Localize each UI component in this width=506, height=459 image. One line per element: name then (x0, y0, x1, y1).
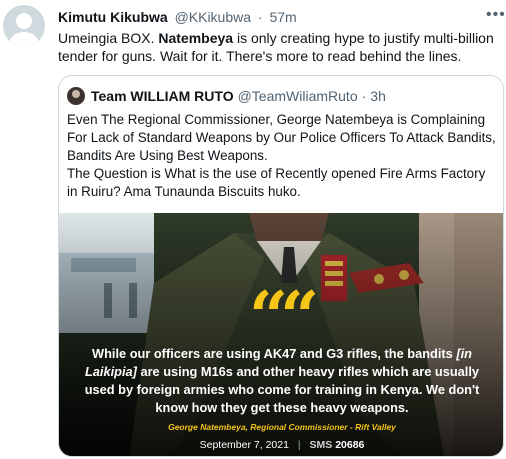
quoted-avatar-face (72, 90, 80, 98)
media-date: September 7, 2021 (199, 439, 289, 451)
media-brand-light: SMS (309, 439, 333, 451)
quote-line-4: know how they get these heavy weapons. (155, 400, 409, 415)
media-divider: | (297, 439, 301, 451)
quote-line-2: Laikipia] are using M16s and other heavy… (59, 363, 503, 381)
avatar-body (9, 32, 39, 47)
quote-line-1-italic: [in (456, 346, 472, 361)
quote-mark-icon: ““ (249, 277, 319, 357)
quoted-text: Even The Regional Commissioner, George N… (67, 112, 496, 199)
quoted-separator: · (361, 88, 367, 104)
quote-line-2-italic: Laikipia] (84, 364, 137, 379)
media-footer: September 7, 2021 | SMS 20686 (59, 439, 503, 451)
tweet[interactable]: Kimutu Kikubwa @KKikubwa · 57m ••• Umein… (0, 0, 506, 459)
quoted-avatar[interactable] (67, 87, 85, 105)
quoted-handle[interactable]: @TeamWiliamRuto (238, 88, 358, 104)
display-name[interactable]: Kimutu Kikubwa (58, 9, 168, 25)
avatar[interactable] (3, 5, 45, 47)
quote-line-3: used by foreign armies who come for trai… (84, 382, 480, 397)
tweet-text-start: Umeingia BOX. (58, 30, 159, 46)
media-attribution: George Natembeya, Regional Commissioner … (168, 422, 396, 432)
quoted-display-name[interactable]: Team WILLIAM RUTO (91, 88, 234, 104)
quoted-timestamp[interactable]: 3h (370, 88, 386, 104)
quote-line-2-main: are using M16s and other heavy rifles wh… (136, 364, 479, 379)
quote-line-1-main: While our officers are using AK47 and G3… (92, 346, 457, 361)
separator: · (257, 9, 263, 25)
more-horizontal-icon[interactable]: ••• (486, 6, 506, 24)
tweet-text-bold: Natembeya (158, 30, 234, 46)
handle[interactable]: @KKikubwa (175, 9, 251, 25)
quoted-tweet[interactable]: Team WILLIAM RUTO @TeamWiliamRuto · 3h E… (58, 75, 504, 457)
tweet-text: Umeingia BOX. Natembeya is only creating… (58, 29, 498, 65)
media-brand-bold: 20686 (335, 439, 365, 451)
quoted-header: Team WILLIAM RUTO @TeamWiliamRuto · 3h (67, 87, 386, 105)
tweet-header: Kimutu Kikubwa @KKikubwa · 57m (58, 9, 297, 25)
avatar-head (16, 13, 32, 29)
timestamp[interactable]: 57m (269, 9, 296, 25)
quote-line-1: While our officers are using AK47 and G3… (59, 345, 503, 363)
media-image[interactable]: ““ While our officers are using AK47 and… (59, 213, 503, 456)
media-quote-text: While our officers are using AK47 and G3… (59, 345, 503, 417)
